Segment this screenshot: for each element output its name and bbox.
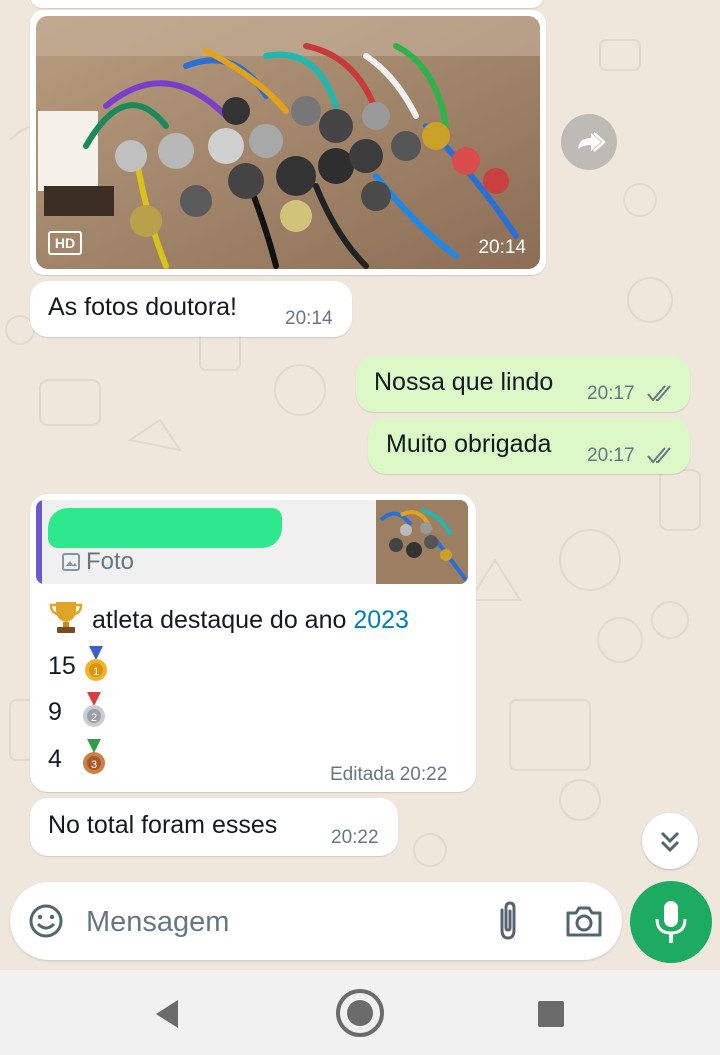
voice-message-button[interactable] — [630, 881, 712, 963]
outgoing-message[interactable]: Nossa que lindo 20:17 — [356, 356, 690, 412]
nav-recents-icon[interactable] — [536, 999, 566, 1029]
quoted-type-label: Foto — [62, 548, 134, 576]
message-text: atleta destaque do ano — [92, 606, 354, 634]
photo-timestamp: 20:14 — [478, 237, 526, 258]
forward-icon — [578, 132, 606, 152]
quoted-label-text: Foto — [86, 548, 135, 575]
message-composer — [10, 882, 622, 960]
scroll-to-bottom-button[interactable] — [642, 813, 698, 869]
image-icon — [62, 553, 80, 571]
quoted-photo-thumbnail — [376, 500, 468, 584]
incoming-message[interactable]: As fotos doutora! 20:14 — [30, 281, 352, 337]
trophy-icon — [49, 602, 83, 633]
redacted-sender-name — [48, 508, 282, 548]
message-input[interactable] — [84, 896, 468, 948]
edited-timestamp: Editada 20:22 — [330, 764, 447, 786]
message-time: 20:14 — [285, 308, 333, 329]
bronze-medal-icon: 3 — [82, 739, 105, 774]
bronze-medal-count-line: 4 3 — [48, 739, 107, 777]
message-time: 20:17 — [587, 445, 635, 466]
incoming-message[interactable]: No total foram esses 20:22 — [30, 798, 398, 856]
message-text: Nossa que lindo — [374, 368, 554, 396]
svg-text:1: 1 — [93, 666, 99, 678]
edited-label: Editada — [330, 764, 395, 785]
read-receipt-icon — [647, 385, 671, 402]
attach-icon[interactable] — [490, 900, 526, 942]
medals-photo-image — [36, 16, 540, 269]
medals-photo[interactable]: HD 20:14 — [36, 16, 540, 269]
message-time: 20:22 — [331, 827, 379, 848]
svg-text:2: 2 — [91, 712, 97, 724]
gold-count: 15 — [48, 652, 76, 680]
year-link[interactable]: 2023 — [353, 606, 409, 634]
forward-button[interactable] — [561, 114, 617, 170]
svg-text:3: 3 — [91, 759, 97, 771]
quoted-message[interactable]: Foto — [36, 500, 468, 584]
nav-home-icon[interactable] — [334, 987, 386, 1039]
outgoing-message[interactable]: Muito obrigada 20:17 — [368, 418, 690, 474]
bronze-count: 4 — [48, 745, 62, 773]
scroll-down-icon — [660, 831, 680, 853]
message-text: Muito obrigada — [386, 430, 552, 458]
message-time: 20:17 — [587, 383, 635, 404]
silver-count: 9 — [48, 698, 62, 726]
photo-message-bubble[interactable]: HD 20:14 — [30, 10, 546, 275]
message-text: As fotos doutora! — [48, 293, 238, 321]
read-receipt-icon — [647, 447, 671, 464]
hd-icon: HD — [48, 231, 82, 255]
gold-medal-icon: 1 — [84, 646, 107, 681]
message-line: atleta destaque do ano 2023 — [48, 598, 409, 636]
previous-bubble-edge — [30, 0, 544, 8]
silver-medal-icon: 2 — [82, 692, 105, 727]
message-text: No total foram esses — [48, 811, 278, 839]
nav-back-icon[interactable] — [152, 997, 182, 1031]
system-navigation-bar — [0, 970, 720, 1055]
mic-icon — [655, 901, 687, 943]
silver-medal-count-line: 9 2 — [48, 692, 107, 730]
gold-medal-count-line: 15 1 — [48, 646, 109, 684]
quote-accent-bar — [36, 500, 42, 584]
message-time: 20:22 — [399, 764, 448, 785]
camera-icon[interactable] — [564, 903, 604, 939]
emoji-icon[interactable] — [26, 901, 66, 941]
